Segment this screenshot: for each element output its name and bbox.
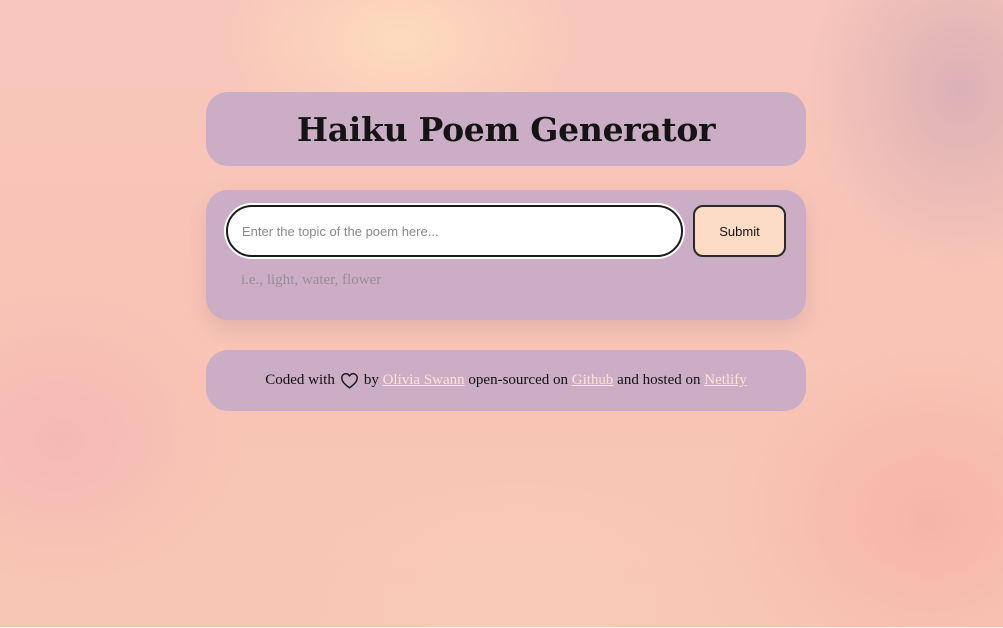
footer-middle: open-sourced on: [468, 372, 568, 388]
footer-card: Coded with by Olivia Swann open-sourced …: [206, 350, 806, 411]
submit-button[interactable]: Submit: [693, 205, 786, 257]
topic-hint: i.e., light, water, flower: [241, 272, 382, 288]
footer-credits: Coded with by Olivia Swann open-sourced …: [265, 372, 747, 389]
page-title: Haiku Poem Generator: [296, 109, 716, 149]
github-link[interactable]: Github: [572, 372, 614, 389]
footer-by: by: [363, 372, 379, 388]
netlify-link[interactable]: Netlify: [704, 372, 747, 389]
topic-input[interactable]: [226, 205, 683, 257]
search-form-card: Submit i.e., light, water, flower: [206, 190, 806, 320]
heart-outline-icon: [340, 372, 359, 389]
author-link[interactable]: Olivia Swann: [383, 372, 465, 389]
footer-prefix: Coded with: [265, 372, 335, 388]
header-card: Haiku Poem Generator: [206, 92, 806, 166]
footer-hosted: and hosted on: [617, 372, 701, 388]
